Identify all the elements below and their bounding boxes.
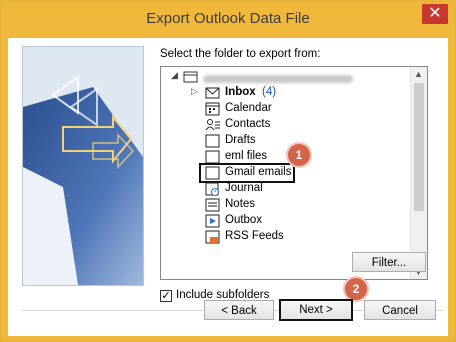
unread-count: (4) [262,86,277,98]
scroll-up-icon[interactable]: ▲ [414,69,423,79]
wizard-side-image [22,46,144,286]
window-title: Export Outlook Data File [146,10,310,27]
outbox-icon [205,214,221,228]
tree-item-label: Journal [225,182,263,194]
tree-root-account[interactable]: ◢ [161,69,407,85]
back-button[interactable]: < Back [204,300,274,320]
tree-item-label: Drafts [225,134,256,146]
tree-item-rss-feeds[interactable]: RSS Feeds [161,229,407,245]
scrollbar-thumb[interactable] [414,83,424,211]
annotation-badge-1: 1 [288,144,310,166]
close-button[interactable]: ✕ [422,4,448,24]
filter-button[interactable]: Filter... [352,252,426,272]
folder-icon [205,166,221,180]
tree-item-label: Contacts [225,118,271,130]
export-dialog-window: Export Outlook Data File ✕ Select the fo… [0,0,456,342]
tree-item-journal[interactable]: Journal [161,181,407,197]
tree-item-label: Inbox [225,86,256,98]
include-subfolders-checkbox[interactable]: ✓ [160,290,172,302]
next-button[interactable]: Next > [279,299,353,321]
tree-item-label: Gmail emails [225,166,292,178]
folder-tree[interactable]: ◢ ▷ Inbox (4) Calendar Contacts Drafts e… [160,66,428,280]
inbox-icon [205,86,221,100]
folder-icon [205,150,221,164]
folder-prompt-label: Select the folder to export from: [160,48,321,60]
dialog-client-area: Select the folder to export from: ◢ ▷ In… [8,38,448,336]
tree-item-gmail-emails[interactable]: Gmail emails [161,163,407,183]
folder-icon [205,134,221,148]
contacts-icon [205,118,221,132]
tree-item-calendar[interactable]: Calendar [161,101,407,117]
tree-item-label: Notes [225,198,256,210]
title-bar: Export Outlook Data File ✕ [2,2,454,38]
tree-item-contacts[interactable]: Contacts [161,117,407,133]
tree-item-drafts[interactable]: Drafts [161,133,407,149]
mailbox-icon [183,70,199,84]
rss-icon [205,230,221,244]
tree-item-label: Calendar [225,102,272,114]
journal-icon [205,182,221,196]
redacted-account-name [203,75,353,83]
tree-item-label: RSS Feeds [225,230,284,242]
cancel-button[interactable]: Cancel [364,300,436,320]
annotation-badge-2: 2 [345,278,367,300]
tree-item-label: Outbox [225,214,263,226]
notes-icon [205,198,221,212]
tree-item-label: eml files [225,150,268,162]
tree-scrollbar[interactable]: ▲ ▼ [410,67,427,279]
tree-item-inbox[interactable]: ▷ Inbox (4) [161,85,407,101]
tree-item-notes[interactable]: Notes [161,197,407,213]
calendar-icon [205,102,221,116]
tree-item-outbox[interactable]: Outbox [161,213,407,229]
